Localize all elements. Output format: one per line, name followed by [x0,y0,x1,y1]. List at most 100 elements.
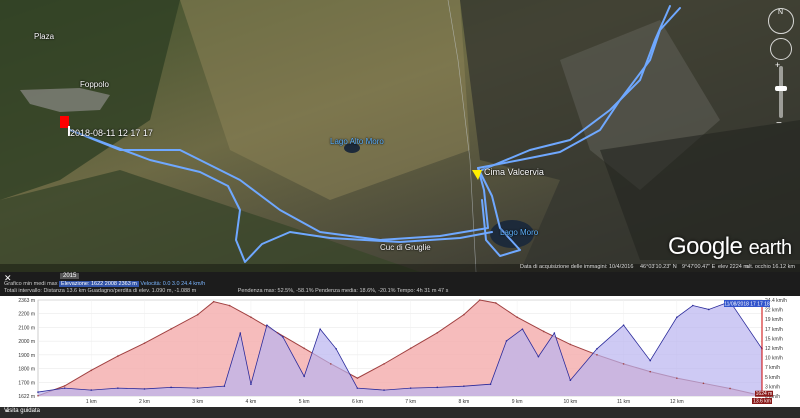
cursor-time-label: 11/08/2018 17 17 18 [724,302,770,308]
place-cima-valcervia[interactable]: Cima Valcervia [484,167,544,177]
compass-navigation-control[interactable]: N [768,8,794,34]
speed-point [691,304,694,307]
x-tick-label: 12 km [670,399,684,405]
speed-point [489,383,492,385]
profile-header: ✕ 2015 Grafico min medi max Elevazione: … [0,272,800,296]
speed-point [596,347,598,350]
speed-point [649,359,652,362]
x-tick-label: 7 km [405,399,416,405]
elevation-point [596,354,598,356]
speed-point [37,391,39,393]
place-lago-alto[interactable]: Lago Alto Moro [330,137,384,146]
longitude-readout: 9°47'00.47" E [682,264,716,270]
y-tick-label-speed: 19 km/h [765,317,783,323]
speed-point [90,389,93,391]
y-tick-label-elevation: 1700 m [18,380,35,386]
elevation-gain-total: Guadagno/perdita di elev. 1.090 m, -1.08… [87,288,197,294]
elevation-readout: elev 2224 m [718,264,748,270]
elevation-point [303,347,305,350]
x-tick-label: 9 km [512,399,523,405]
track-timestamp[interactable]: 2018-08-11 12 17 17 [70,128,153,138]
elevation-point [196,313,199,316]
speed-point [622,324,625,326]
pan-control[interactable] [770,38,792,60]
elevation-point [463,313,465,316]
y-tick-label-speed: 5 km/h [765,375,780,381]
latitude-readout: 46°03'10.23" N [640,264,677,270]
year-badge: 2015 [60,273,80,279]
elevation-point [356,377,359,379]
elevation-point [569,343,572,346]
place-coda[interactable]: Cuc di Gruglie [380,243,431,252]
imagery-date: Data di acquisizione delle immagini: 10/… [520,264,634,270]
duration-total: Tempo: 4h 31 m 47 s [396,288,449,294]
zoom-slider[interactable] [779,66,783,118]
map-view[interactable]: Plaza Foppolo 2018-08-11 12 17 17 Lago A… [0,0,800,272]
elevation-point [516,316,518,319]
place-foppolo[interactable]: Foppolo [80,80,109,89]
place-plaza[interactable]: Plaza [34,32,54,41]
speed-point [409,387,412,389]
elevation-point [676,377,678,379]
y-tick-label-speed: 3 km/h [765,384,780,390]
interval-label: Totali intervallo: [4,288,42,294]
y-tick-label-elevation: 1900 m [18,353,35,359]
elevation-point [170,328,172,330]
elevation-point [143,342,146,344]
y-tick-label-elevation: 2000 m [18,339,35,345]
speed-point [521,328,524,330]
zoom-out-icon[interactable]: − [776,118,782,129]
logo-earth: earth [748,237,793,259]
speed-point [282,336,284,338]
speed-point [117,387,119,389]
zoom-slider-handle[interactable] [775,86,787,91]
elevation-point [702,382,705,385]
elevation-point [276,331,279,334]
speed-point [223,385,226,387]
elevation-point [622,363,625,365]
profile-row-1: Grafico min medi max Elevazione: 1622 20… [4,281,205,287]
y-tick-label-elevation: 2200 m [18,312,35,318]
speed-point [356,387,359,389]
x-tick-label: 6 km [352,399,363,405]
y-tick-label-elevation: 1800 m [18,367,35,373]
elevation-point [37,394,39,397]
x-tick-label: 10 km [564,399,578,405]
y-tick-label-elevation: 1622 m [18,394,35,400]
eye-altitude-readout: alt. occhio 16.12 km [746,264,795,270]
speed-point [266,324,268,326]
y-tick-label-speed: 22 km/h [765,308,783,314]
panel-expand-icon[interactable]: ▲ [4,408,796,414]
speed-point [303,375,305,378]
y-tick-label-speed: 10 km/h [765,356,783,362]
elevation-toggle[interactable]: Elevazione: 1622 2008 2363 m [59,281,139,287]
speed-point [537,355,540,358]
x-tick-label: 3 km [192,399,203,405]
elevation-point [729,387,731,390]
bottom-panel-bar: Visita guidata ▲ [0,407,800,418]
y-tick-label-speed: 15 km/h [765,336,783,342]
speed-point [463,385,465,387]
place-lago-moro[interactable]: Lago Moro [500,228,538,237]
y-tick-label-speed: 12 km/h [765,346,783,352]
x-tick-label: 11 km [617,399,630,405]
speed-point [63,387,66,389]
logo-google: Google [668,233,743,260]
speed-toggle[interactable]: Velocità: 0.0 3.0 24.4 km/h [140,281,205,287]
elevation-point [383,363,385,365]
y-tick-label-speed: 17 km/h [765,327,783,333]
elevation-point [495,302,497,304]
speed-point [383,389,385,391]
profile-plot[interactable]: 2363 m 2200 m 2100 m 2000 m 1900 m 1800 m 1700… [0,296,800,407]
elevation-point [90,369,93,372]
elevation-point [436,331,439,334]
x-tick-label: 4 km [246,399,257,405]
speed-point [436,386,439,389]
y-tick-label-elevation: 2100 m [18,325,35,331]
elevation-profile-chart[interactable]: 2363 m 2200 m 2100 m 2000 m 1900 m 1800 m 1700… [0,296,800,407]
speed-point [250,383,252,385]
elevation-point [228,304,231,307]
graph-label: Grafico min medi max [4,281,58,287]
speed-point [143,388,146,390]
x-tick-label: 5 km [299,399,310,405]
